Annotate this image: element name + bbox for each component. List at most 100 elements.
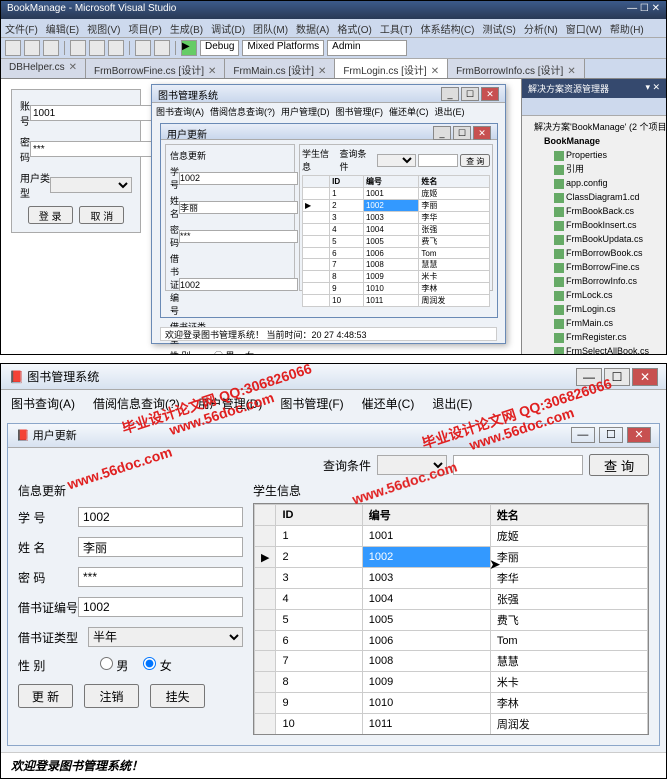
tb-cut-icon[interactable] [70,40,86,56]
pwd-input[interactable] [78,567,243,587]
vs-menu-item[interactable]: 测试(S) [483,25,516,36]
tb-paste-icon[interactable] [108,40,124,56]
lost-button[interactable]: 挂失 [150,684,205,708]
tb-config-combo[interactable]: Debug [200,40,239,56]
tb-platform-combo[interactable]: Mixed Platforms [242,40,324,56]
vs-document-tabs[interactable]: DBHelper.cs✕FrmBorrowFine.cs [设计]✕FrmMai… [1,59,666,79]
minimize-button[interactable]: — [576,368,602,386]
search-input[interactable] [453,455,583,475]
vs-menu-item[interactable]: 格式(O) [337,25,371,36]
table-row[interactable]: 51005费飞 [303,236,490,248]
inner-max-button[interactable]: ☐ [599,427,623,443]
file-node[interactable]: FrmBorrowInfo.cs [526,274,662,288]
menu-item[interactable]: 借阅信息查询(?) [210,107,275,117]
vs-menubar[interactable]: 文件(F)编辑(E)视图(V)项目(P)生成(B)调试(D)团队(M)数据(A)… [1,19,666,37]
table-row[interactable]: 51005费飞 [255,610,648,631]
table-row[interactable]: 11001庞姬 [303,188,490,200]
file-node[interactable]: Properties [526,148,662,162]
col-header[interactable]: ID [330,176,364,188]
card-input[interactable] [78,597,243,617]
table-row[interactable]: 71008慧慧 [255,651,648,672]
sex-male-radio[interactable]: 男 [100,659,128,673]
menu-item[interactable]: 图书查询(A) [156,107,204,117]
file-node[interactable]: FrmBorrowBook.cs [526,246,662,260]
vs-window-controls[interactable]: — ☐ ✕ [627,3,660,17]
table-row[interactable]: 81009米卡 [303,271,490,283]
inner-min-button[interactable]: — [571,427,595,443]
name-input[interactable] [78,537,243,557]
col-header[interactable]: 编号 [362,505,490,526]
tb-redo-icon[interactable] [154,40,170,56]
menu-item[interactable]: 用户管理(D) [198,397,263,411]
account-input[interactable] [30,105,168,121]
file-node[interactable]: 引用 [526,162,662,176]
min-icon[interactable]: _ [433,126,451,140]
vs-tab[interactable]: DBHelper.cs✕ [1,59,86,78]
table-row[interactable]: 31003李华 [255,568,648,589]
mini-outer-menubar[interactable]: 图书查询(A)借阅信息查询(?)用户管理(D)图书管理(F)催还单(C)退出(E… [152,103,505,120]
mini-sno-input[interactable] [179,172,298,185]
search-cond-select[interactable] [377,455,447,475]
table-row[interactable]: 91010李林 [303,283,490,295]
update-button[interactable]: 更 新 [18,684,73,708]
mini-name-input[interactable] [179,201,298,214]
mini-pwd-input[interactable] [179,230,298,243]
file-node[interactable]: FrmSelectAllBook.cs [526,344,662,355]
table-row[interactable]: 61006Tom [303,248,490,259]
table-row[interactable]: 81009米卡 [255,672,648,693]
inner-close-button[interactable]: ✕ [627,427,651,443]
vs-menu-item[interactable]: 生成(B) [170,25,203,36]
vs-menu-item[interactable]: 团队(M) [253,25,288,36]
tb-start-icon[interactable]: ▶ [181,40,197,56]
menu-item[interactable]: 借阅信息查询(?) [93,397,180,411]
menu-item[interactable]: 退出(E) [432,397,472,411]
table-row[interactable]: 61006Tom [255,631,648,651]
min-icon[interactable]: _ [441,87,459,101]
password-input[interactable] [30,141,168,157]
col-header[interactable]: 姓名 [419,176,490,188]
vs-menu-item[interactable]: 编辑(E) [46,25,79,36]
table-row[interactable]: 101011周润发 [255,714,648,735]
col-header[interactable]: 编号 [363,176,418,188]
vs-menu-item[interactable]: 帮助(H) [610,25,644,36]
big-inner-titlebar[interactable]: 📕 用户更新 — ☐ ✕ [8,424,659,448]
file-node[interactable]: FrmBookBack.cs [526,204,662,218]
vs-menu-item[interactable]: 项目(P) [128,25,161,36]
maximize-button[interactable]: ☐ [604,368,630,386]
login-button[interactable]: 登 录 [28,206,73,224]
mini-search-input[interactable] [418,154,458,167]
table-row[interactable]: 71008慧慧 [303,259,490,271]
menu-item[interactable]: 用户管理(D) [281,107,330,117]
tab-close-icon[interactable]: ✕ [208,66,216,77]
table-row[interactable]: ▶21002李丽 [303,200,490,212]
vs-menu-item[interactable]: 分析(N) [524,25,558,36]
tb-new-icon[interactable] [5,40,21,56]
vs-menu-item[interactable]: 视图(V) [87,25,120,36]
menu-item[interactable]: 图书管理(F) [336,107,384,117]
vs-tab[interactable]: FrmLogin.cs [设计]✕ [335,59,448,78]
col-header[interactable]: 姓名 [490,505,647,526]
vs-menu-item[interactable]: 数据(A) [296,25,329,36]
table-row[interactable]: 31003李华 [303,212,490,224]
vs-menu-item[interactable]: 调试(D) [211,25,245,36]
menu-item[interactable]: 图书管理(F) [280,397,343,411]
menu-item[interactable]: 催还单(C) [362,397,415,411]
vs-menu-item[interactable]: 工具(T) [380,25,413,36]
tb-copy-icon[interactable] [89,40,105,56]
mini-outer-titlebar[interactable]: 图书管理系统 _☐✕ [152,85,505,103]
panel-controls[interactable]: ▾ ✕ [645,82,660,95]
search-button[interactable]: 查 询 [589,454,649,476]
usertype-select[interactable] [50,177,132,193]
tb-save-icon[interactable] [43,40,59,56]
file-node[interactable]: ClassDiagram1.cd [526,190,662,204]
vs-tab[interactable]: FrmBorrowFine.cs [设计]✕ [86,59,225,78]
tb-undo-icon[interactable] [135,40,151,56]
file-node[interactable]: FrmRegister.cs [526,330,662,344]
file-node[interactable]: app.config [526,176,662,190]
max-icon[interactable]: ☐ [453,126,471,140]
table-row[interactable]: 101011周润发 [303,295,490,307]
sno-input[interactable] [78,507,243,527]
table-row[interactable]: 41004张强 [303,224,490,236]
table-row[interactable]: 91010李林 [255,693,648,714]
mini-card-input[interactable] [179,278,298,291]
